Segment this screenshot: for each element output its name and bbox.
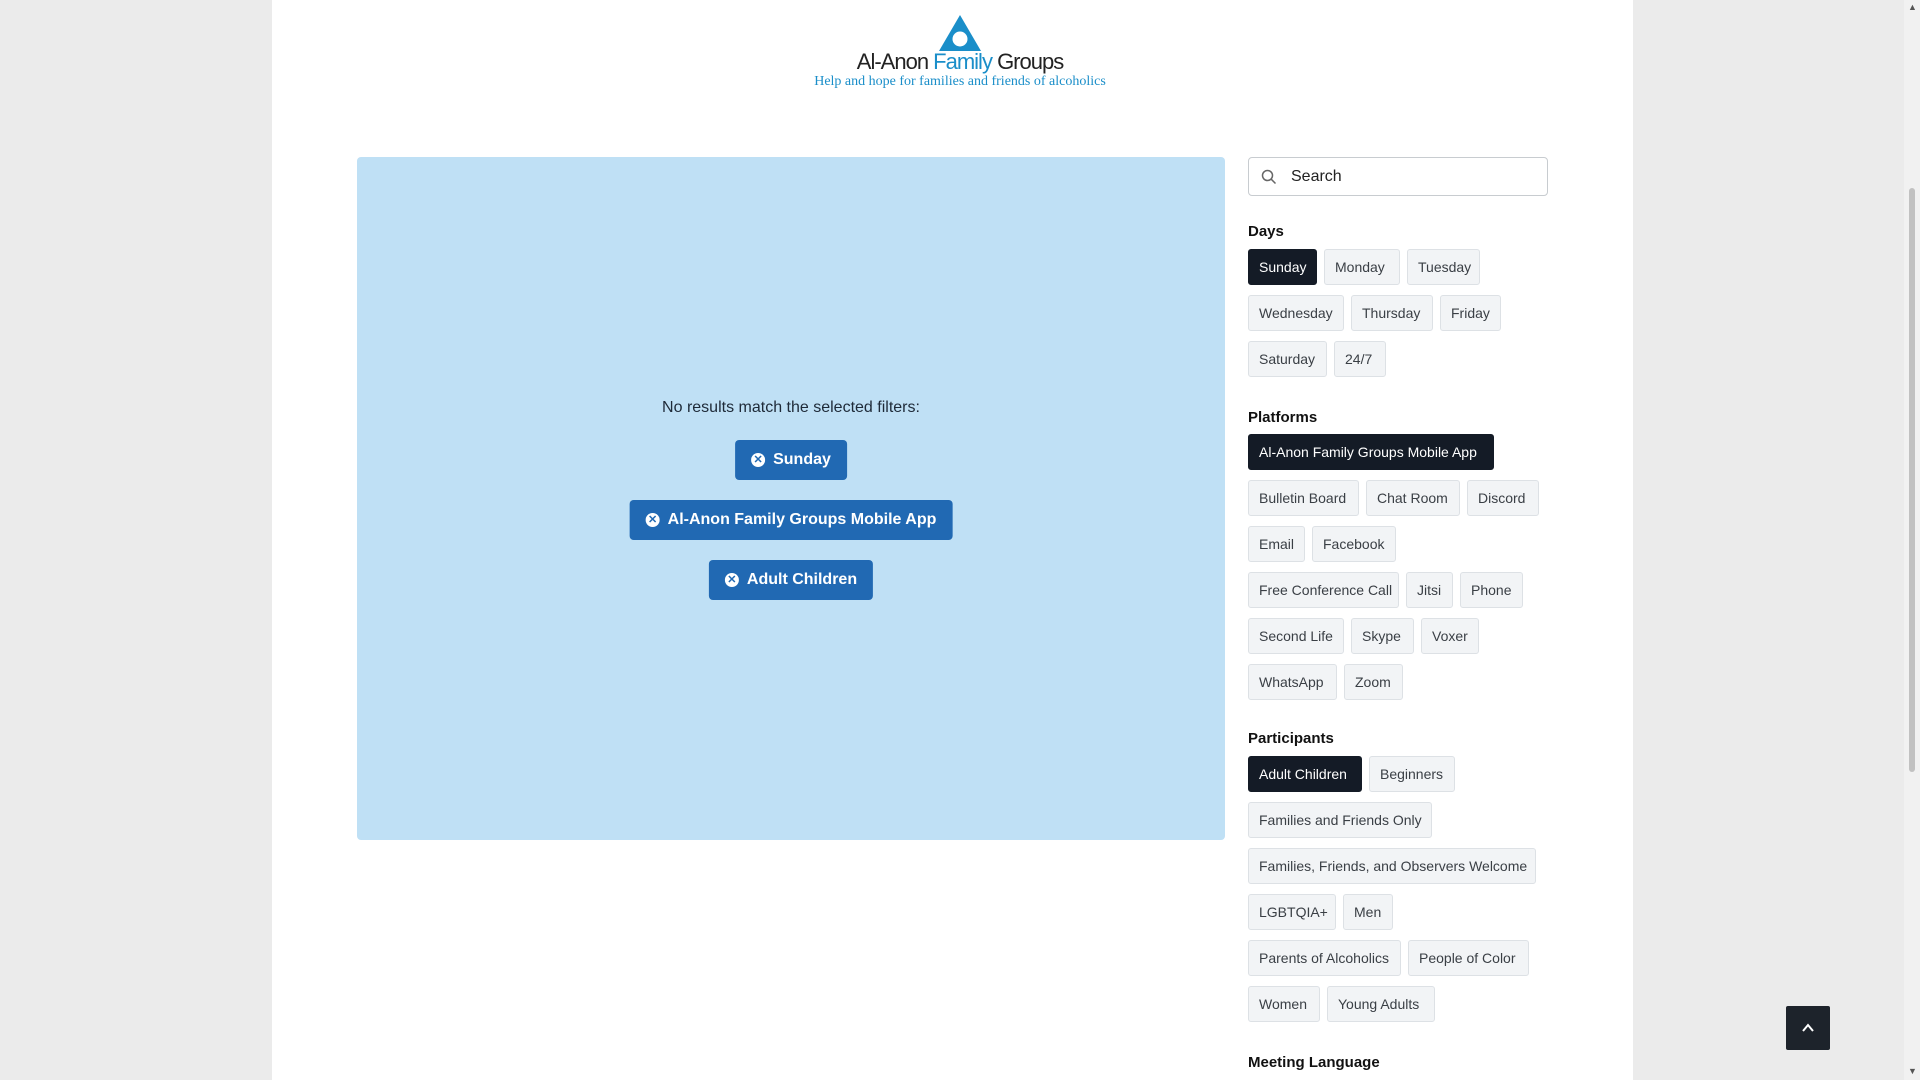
platform-free-conference-call[interactable]: Free Conference Call bbox=[1248, 572, 1399, 608]
platform-zoom[interactable]: Zoom bbox=[1344, 664, 1403, 700]
filter-label: Al-Anon Family Groups Mobile App bbox=[667, 511, 937, 528]
page-scrollbar[interactable]: ▲ ▼ bbox=[1904, 0, 1920, 1080]
platform-mobile-app[interactable]: Al-Anon Family Groups Mobile App bbox=[1248, 434, 1494, 470]
meeting-language-heading: Meeting Language bbox=[1248, 1054, 1380, 1071]
day-24-7[interactable]: 24/7 bbox=[1334, 341, 1386, 377]
participant-parents-of-alcoholics[interactable]: Parents of Alcoholics bbox=[1248, 940, 1401, 976]
scroll-to-top-button[interactable] bbox=[1786, 1006, 1830, 1050]
participant-beginners[interactable]: Beginners bbox=[1369, 756, 1455, 792]
search-box[interactable] bbox=[1248, 157, 1548, 196]
participant-men[interactable]: Men bbox=[1343, 894, 1393, 930]
close-circle-icon: ✕ bbox=[751, 453, 766, 467]
scroll-up-arrow-icon[interactable]: ▲ bbox=[1908, 2, 1917, 12]
platform-whatsapp[interactable]: WhatsApp bbox=[1248, 664, 1337, 700]
platform-phone[interactable]: Phone bbox=[1460, 572, 1523, 608]
platform-bulletin-board[interactable]: Bulletin Board bbox=[1248, 480, 1359, 516]
platform-email[interactable]: Email bbox=[1248, 526, 1305, 562]
scrollbar-thumb[interactable] bbox=[1909, 188, 1915, 772]
participant-adult-children[interactable]: Adult Children bbox=[1248, 756, 1362, 792]
platforms-heading: Platforms bbox=[1248, 409, 1318, 426]
platform-discord[interactable]: Discord bbox=[1467, 480, 1539, 516]
platform-chat-room[interactable]: Chat Room bbox=[1366, 480, 1460, 516]
platform-jitsi[interactable]: Jitsi bbox=[1406, 572, 1453, 608]
day-saturday[interactable]: Saturday bbox=[1248, 341, 1327, 377]
participant-women[interactable]: Women bbox=[1248, 986, 1320, 1022]
day-wednesday[interactable]: Wednesday bbox=[1248, 295, 1344, 331]
brand-logo[interactable]: Al-Anon Family Groups Help and hope for … bbox=[805, 14, 1115, 94]
platform-facebook[interactable]: Facebook bbox=[1312, 526, 1396, 562]
filter-label: Adult Children bbox=[746, 571, 858, 588]
participant-families-friends-only[interactable]: Families and Friends Only bbox=[1248, 802, 1432, 838]
close-circle-icon: ✕ bbox=[645, 513, 660, 527]
day-thursday[interactable]: Thursday bbox=[1351, 295, 1433, 331]
platform-skype[interactable]: Skype bbox=[1351, 618, 1414, 654]
remove-filter-sunday-button[interactable]: ✕ Sunday bbox=[735, 440, 847, 480]
participant-lgbtqia[interactable]: LGBTQIA+ bbox=[1248, 894, 1336, 930]
close-circle-icon: ✕ bbox=[724, 573, 739, 587]
results-panel: No results match the selected filters: ✕… bbox=[357, 157, 1225, 840]
day-friday[interactable]: Friday bbox=[1440, 295, 1501, 331]
filter-sidebar: Days Sunday Monday Tuesday Wednesday Thu… bbox=[1248, 157, 1550, 1071]
search-icon bbox=[1249, 157, 1289, 196]
day-monday[interactable]: Monday bbox=[1324, 249, 1400, 285]
days-heading: Days bbox=[1248, 223, 1284, 240]
filter-label: Sunday bbox=[773, 451, 831, 468]
participant-observers-welcome[interactable]: Families, Friends, and Observers Welcome bbox=[1248, 848, 1536, 884]
participant-young-adults[interactable]: Young Adults bbox=[1327, 986, 1435, 1022]
chevron-up-icon bbox=[1802, 1023, 1814, 1032]
platform-second-life[interactable]: Second Life bbox=[1248, 618, 1344, 654]
brand-name: Al-Anon Family Groups bbox=[856, 49, 1064, 74]
remove-filter-mobile-app-button[interactable]: ✕ Al-Anon Family Groups Mobile App bbox=[629, 500, 953, 540]
search-input[interactable] bbox=[1289, 166, 1533, 187]
logo-triangle-icon bbox=[939, 15, 981, 51]
participant-people-of-color[interactable]: People of Color bbox=[1408, 940, 1529, 976]
day-sunday[interactable]: Sunday bbox=[1248, 249, 1317, 285]
brand-tagline: Help and hope for families and friends o… bbox=[814, 74, 1106, 89]
platform-voxer[interactable]: Voxer bbox=[1421, 618, 1479, 654]
scroll-down-arrow-icon[interactable]: ▼ bbox=[1908, 1066, 1917, 1076]
remove-filter-adult-children-button[interactable]: ✕ Adult Children bbox=[708, 560, 874, 600]
day-tuesday[interactable]: Tuesday bbox=[1407, 249, 1480, 285]
participants-heading: Participants bbox=[1248, 730, 1334, 747]
no-results-message: No results match the selected filters: bbox=[662, 399, 920, 416]
